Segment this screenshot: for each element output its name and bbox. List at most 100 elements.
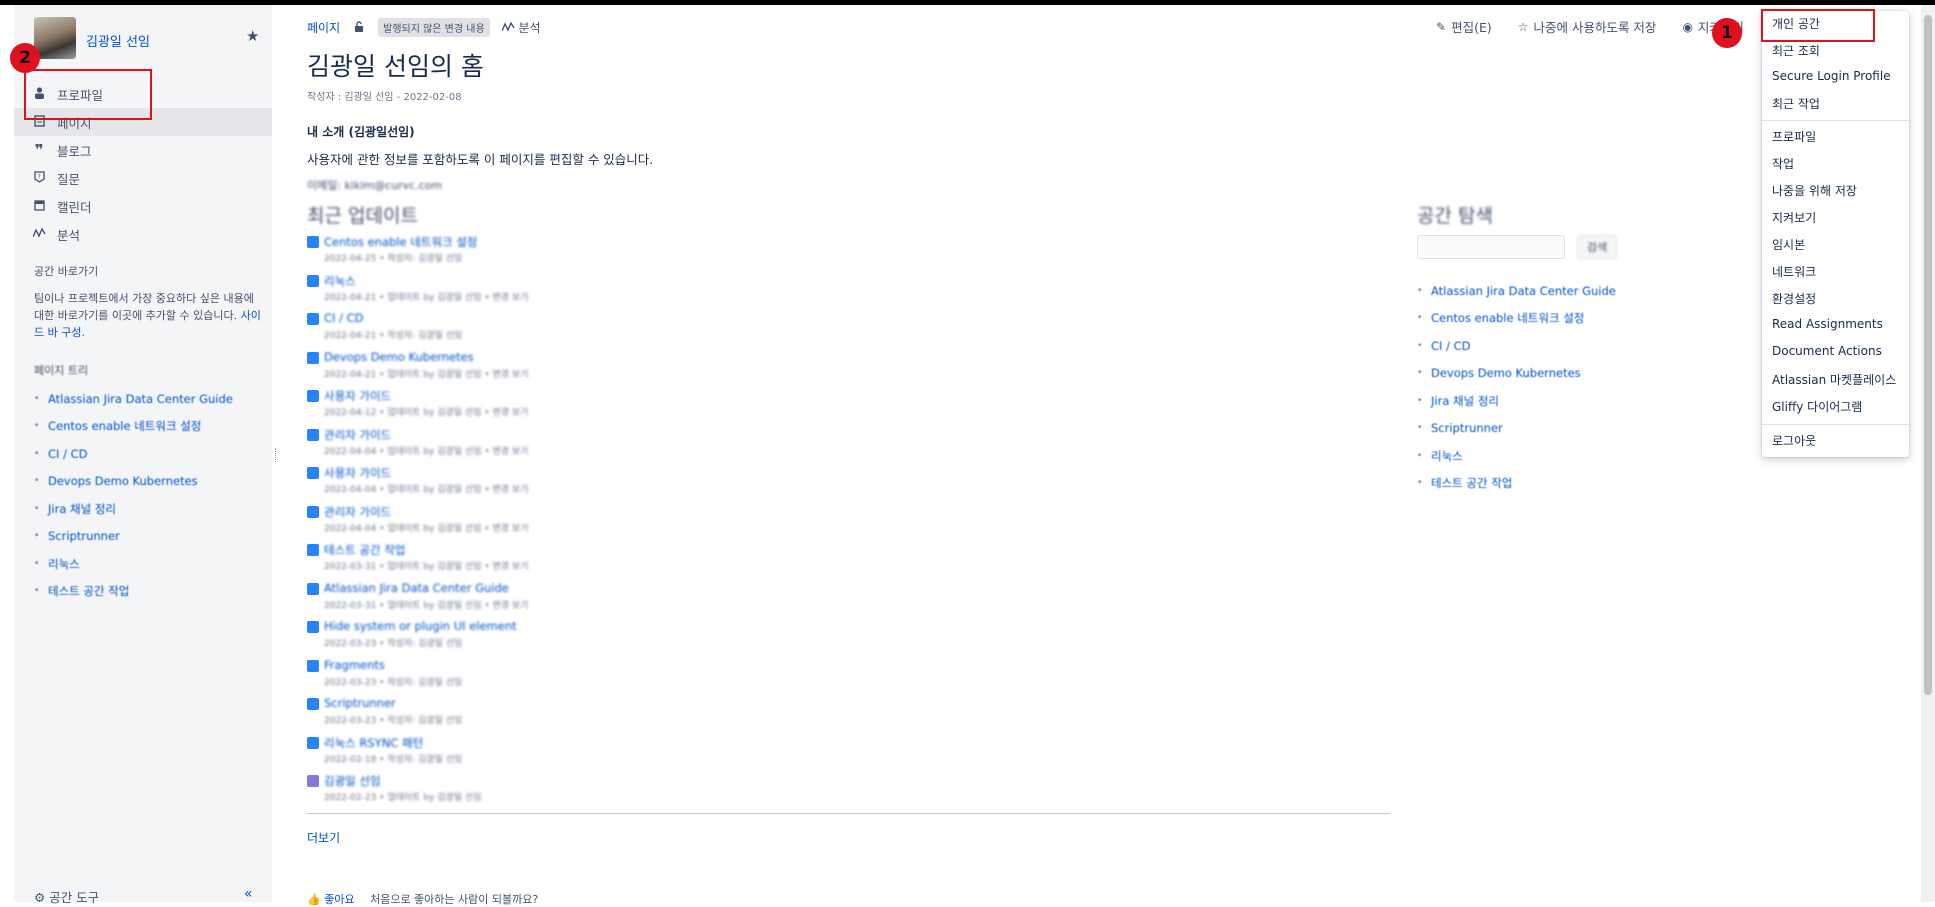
menu-item-gliffy-diagrams[interactable]: Gliffy 다이어그램 bbox=[1772, 398, 1862, 415]
tree-item[interactable]: • 리눅스 bbox=[34, 550, 269, 578]
tree-item[interactable]: • 리눅스 bbox=[1417, 442, 1677, 470]
space-name-link[interactable]: 김광일 선임 bbox=[86, 31, 150, 50]
recent-item-meta: 2022-04-04 • 업데이트 by 김광일 선임 • 변경 보기 bbox=[324, 485, 529, 495]
scroll-thumb[interactable] bbox=[1924, 15, 1932, 695]
tree-item[interactable]: • Scriptrunner bbox=[1417, 415, 1677, 443]
analytics-icon bbox=[501, 21, 519, 35]
recent-item-link[interactable]: 김광일 선임 bbox=[324, 773, 381, 789]
recent-updates-heading: 최근 업데이트 bbox=[307, 205, 418, 227]
recent-item-meta: 2022-04-04 • 업데이트 by 김광일 선임 • 변경 보기 bbox=[324, 523, 529, 534]
save-for-later-button[interactable]: ☆ 나중에 사용하도록 저장 bbox=[1518, 17, 1657, 36]
menu-item-read-assignments[interactable]: Read Assignments bbox=[1772, 317, 1883, 331]
thumbs-up-icon: 👍 bbox=[307, 893, 321, 906]
list-item: 관리자 가이드 2022-04-04 • 업데이트 by 김광일 선임 • 변경 … bbox=[307, 427, 1127, 466]
recent-item-link[interactable]: 관리자 가이드 bbox=[324, 504, 391, 520]
breadcrumb-pages[interactable]: 페이지 bbox=[307, 19, 340, 36]
tree-item[interactable]: • CI / CD bbox=[34, 440, 269, 468]
menu-item-logout[interactable]: 로그아웃 bbox=[1772, 432, 1816, 449]
tree-item[interactable]: • Centos enable 네트워크 설정 bbox=[1417, 305, 1677, 333]
bullet-icon: • bbox=[1417, 423, 1423, 434]
page-icon bbox=[307, 659, 319, 672]
menu-item-recently-viewed[interactable]: 최근 조회 bbox=[1772, 42, 1820, 59]
menu-item-settings[interactable]: 환경설정 bbox=[1772, 290, 1816, 307]
like-button[interactable]: 👍 좋아요 bbox=[307, 893, 355, 906]
menu-item-saved-for-later[interactable]: 나중을 위해 저장 bbox=[1772, 182, 1857, 199]
sidebar-item-calendar[interactable]: 캘린더 bbox=[14, 192, 272, 220]
tree-item[interactable]: • 테스트 공간 작업 bbox=[34, 578, 269, 606]
tree-item[interactable]: • Jira 채널 정리 bbox=[1417, 387, 1677, 415]
annotation-marker-2: 2 bbox=[10, 43, 40, 73]
annotation-marker-1: 1 bbox=[1712, 18, 1742, 48]
list-item: Scriptrunner 2022-03-23 • 작성자: 김광일 선임 bbox=[307, 696, 1127, 735]
recent-item-link[interactable]: Centos enable 네트워크 설정 bbox=[324, 234, 477, 250]
tree-item[interactable]: • Devops Demo Kubernetes bbox=[34, 468, 269, 496]
highlight-profile bbox=[24, 69, 152, 120]
recent-item-link[interactable]: Atlassian Jira Data Center Guide bbox=[324, 581, 509, 595]
recent-item-meta: 2022-04-21 • 업데이트 by 김광일 선임 • 변경 보기 bbox=[324, 292, 529, 303]
tree-item[interactable]: • Atlassian Jira Data Center Guide bbox=[1417, 277, 1677, 305]
space-search-input[interactable] bbox=[1417, 235, 1565, 259]
recent-item-meta: 2022-04-21 • 업데이트 by 김광일 선임 • 변경 보기 bbox=[324, 369, 529, 380]
sidebar-item-analytics[interactable]: 분석 bbox=[14, 220, 272, 248]
recent-item-link[interactable]: 리눅스 bbox=[324, 273, 356, 289]
tree-item[interactable]: • Devops Demo Kubernetes bbox=[1417, 360, 1677, 388]
shortcuts-title: 공간 바로가기 bbox=[34, 265, 99, 278]
star-icon[interactable]: ★ bbox=[246, 27, 259, 45]
space-tools-button[interactable]: ⚙ 공간 도구 bbox=[34, 887, 99, 906]
sidebar-item-questions[interactable]: ? 질문 bbox=[14, 164, 272, 192]
menu-item-network[interactable]: 네트워크 bbox=[1772, 263, 1816, 280]
menu-item-recent-work[interactable]: 최근 작업 bbox=[1772, 95, 1820, 112]
tree-item[interactable]: • 테스트 공간 작업 bbox=[1417, 470, 1677, 498]
space-search-heading: 공간 탐색 bbox=[1417, 205, 1493, 227]
space-avatar[interactable] bbox=[34, 17, 76, 59]
collapse-sidebar-icon[interactable]: « bbox=[244, 886, 253, 902]
menu-item-drafts[interactable]: 임시본 bbox=[1772, 236, 1805, 253]
tree-item[interactable]: • Scriptrunner bbox=[34, 523, 269, 551]
recent-item-link[interactable]: 리눅스 RSYNC 패턴 bbox=[324, 735, 423, 751]
bullet-icon: • bbox=[34, 421, 40, 432]
menu-item-secure-login-profile[interactable]: Secure Login Profile bbox=[1772, 69, 1891, 83]
sidebar-item-label: 블로그 bbox=[57, 143, 92, 159]
tree-item[interactable]: • CI / CD bbox=[1417, 332, 1677, 360]
recent-item-link[interactable]: Hide system or plugin UI element bbox=[324, 619, 517, 633]
recent-item-meta: 2022-03-31 • 업데이트 by 김광일 선임 • 변경 보기 bbox=[324, 600, 529, 611]
page-icon bbox=[307, 582, 319, 595]
tree-item[interactable]: • Centos enable 네트워크 설정 bbox=[34, 413, 269, 441]
menu-item-tasks[interactable]: 작업 bbox=[1772, 155, 1794, 172]
space-search-row: 검색 bbox=[1417, 235, 1617, 259]
menu-item-marketplace[interactable]: Atlassian 마켓플레이스 bbox=[1772, 371, 1896, 388]
sidebar-item-blog[interactable]: ❞ 블로그 bbox=[14, 136, 272, 164]
menu-item-watches[interactable]: 지켜보기 bbox=[1772, 209, 1816, 226]
recent-item-link[interactable]: 관리자 가이드 bbox=[324, 427, 391, 443]
sidebar-resize-handle[interactable] bbox=[275, 448, 277, 462]
menu-separator bbox=[1762, 120, 1909, 121]
recent-item-meta: 2022-03-23 • 작성자: 김광일 선임 bbox=[324, 677, 463, 688]
recent-item-meta: 2022-04-21 • 작성자: 김광일 선임 bbox=[324, 331, 463, 341]
recent-item-link[interactable]: Scriptrunner bbox=[324, 696, 396, 710]
menu-item-profile[interactable]: 프로파일 bbox=[1772, 128, 1816, 145]
recent-item-link[interactable]: Fragments bbox=[324, 658, 385, 672]
bullet-icon: • bbox=[34, 393, 40, 404]
unpublished-changes-badge[interactable]: 발행되지 않은 변경 내용 bbox=[378, 18, 490, 37]
tree-item-label: 테스트 공간 작업 bbox=[48, 584, 130, 599]
breadcrumb-analytics[interactable]: 분석 bbox=[501, 19, 541, 36]
bullet-icon: • bbox=[34, 558, 40, 569]
recent-item-link[interactable]: 사용자 가이드 bbox=[324, 465, 391, 481]
page-scrollbar[interactable] bbox=[1921, 5, 1935, 902]
lock-icon[interactable] bbox=[354, 20, 364, 35]
more-link[interactable]: 더보기 bbox=[307, 829, 340, 846]
page-tree-title: 페이지 트리 bbox=[34, 364, 89, 377]
recent-item-link[interactable]: 테스트 공간 작업 bbox=[324, 542, 405, 558]
recent-item-link[interactable]: 사용자 가이드 bbox=[324, 388, 391, 404]
menu-item-document-actions[interactable]: Document Actions bbox=[1772, 344, 1882, 358]
recent-item-link[interactable]: CI / CD bbox=[324, 311, 364, 325]
tree-item[interactable]: • Jira 채널 정리 bbox=[34, 495, 269, 523]
edit-button[interactable]: ✎ 편집(E) bbox=[1436, 17, 1492, 36]
recent-item-link[interactable]: Devops Demo Kubernetes bbox=[324, 350, 474, 364]
analytics-label: 분석 bbox=[518, 21, 541, 35]
space-search-button[interactable]: 검색 bbox=[1577, 235, 1617, 259]
tree-item[interactable]: • Atlassian Jira Data Center Guide bbox=[34, 385, 269, 413]
tree-item-label: Scriptrunner bbox=[48, 529, 120, 544]
tree-item-label: 리눅스 bbox=[48, 556, 80, 571]
list-item: 김광일 선임 2022-02-23 • 업데이트 by 김광일 선임 bbox=[307, 773, 1127, 812]
